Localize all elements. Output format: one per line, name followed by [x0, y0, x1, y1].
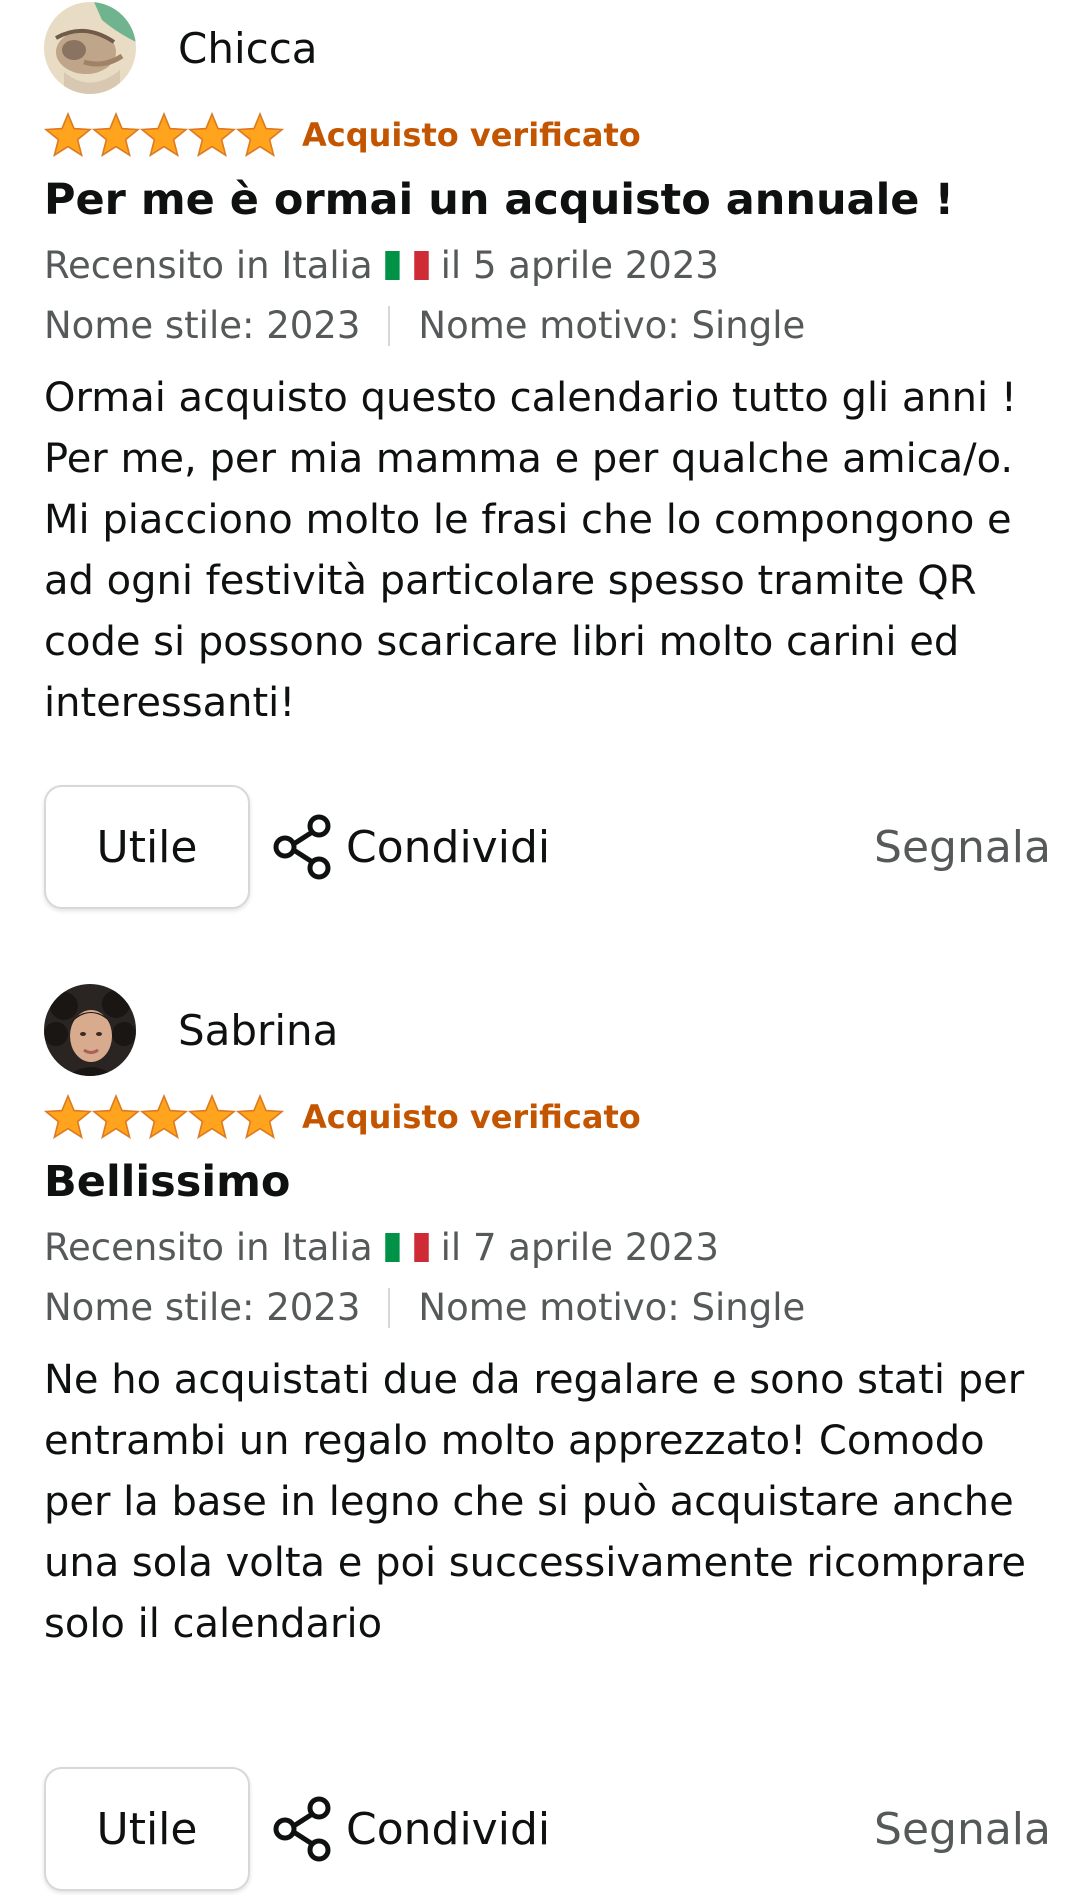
star-rating[interactable]	[44, 112, 284, 158]
review-date: il 5 aprile 2023	[440, 244, 719, 287]
share-icon	[273, 1796, 331, 1862]
meta-divider	[388, 305, 391, 346]
report-link[interactable]: Segnala	[874, 785, 1051, 909]
review-date: il 7 aprile 2023	[440, 1226, 719, 1269]
reviewed-in-label: Recensito in Italia	[44, 1226, 373, 1269]
pattern-name: Nome motivo: Single	[418, 304, 806, 347]
style-name: Nome stile: 2023	[44, 1286, 361, 1329]
helpful-button[interactable]: Utile	[44, 1767, 250, 1891]
pattern-name: Nome motivo: Single	[418, 1286, 806, 1329]
star-icon	[140, 1094, 188, 1139]
verified-purchase-badge[interactable]: Acquisto verificato	[302, 116, 641, 154]
variant-line: Nome stile: 2023 Nome motivo: Single	[44, 1286, 805, 1329]
author-name[interactable]: Chicca	[178, 24, 318, 73]
avatar-image	[44, 984, 136, 1076]
report-link[interactable]: Segnala	[874, 1767, 1051, 1891]
review-date-line: Recensito in Italia il 5 aprile 2023	[44, 244, 719, 287]
star-icon	[188, 1094, 236, 1139]
avatar-image	[44, 2, 136, 94]
star-icon	[188, 112, 236, 157]
rating-row: Acquisto verificato	[44, 112, 641, 158]
review-body: Ormai acquisto questo calendario tutto g…	[44, 375, 1017, 726]
review-author[interactable]: Sabrina	[44, 984, 338, 1076]
star-icon	[92, 112, 140, 157]
verified-purchase-badge[interactable]: Acquisto verificato	[302, 1098, 641, 1136]
review-date-line: Recensito in Italia il 7 aprile 2023	[44, 1226, 719, 1269]
share-label: Condividi	[346, 821, 551, 873]
share-button[interactable]: Condividi	[272, 1767, 550, 1891]
italy-flag-icon	[384, 251, 429, 280]
share-label: Condividi	[346, 1803, 551, 1855]
review-actions: Utile Condividi Segnala	[44, 1767, 1051, 1895]
review-title[interactable]: Per me è ormai un acquisto annuale !	[44, 175, 954, 225]
variant-line: Nome stile: 2023 Nome motivo: Single	[44, 304, 805, 347]
review-body: Ne ho acquistati due da regalare e sono …	[44, 1357, 1026, 1647]
italy-flag-icon	[384, 1233, 429, 1262]
share-button[interactable]: Condividi	[272, 785, 550, 909]
star-icon	[236, 1094, 284, 1139]
review-title[interactable]: Bellissimo	[44, 1157, 290, 1207]
avatar[interactable]	[44, 2, 136, 94]
star-rating[interactable]	[44, 1094, 284, 1140]
star-icon	[92, 1094, 140, 1139]
helpful-button[interactable]: Utile	[44, 785, 250, 909]
review-author[interactable]: Chicca	[44, 2, 318, 94]
review-actions: Utile Condividi Segnala	[44, 785, 1051, 913]
share-icon	[273, 814, 331, 880]
rating-row: Acquisto verificato	[44, 1094, 641, 1140]
star-icon	[236, 112, 284, 157]
avatar[interactable]	[44, 984, 136, 1076]
star-icon	[44, 1094, 92, 1139]
star-icon	[44, 112, 92, 157]
author-name[interactable]: Sabrina	[178, 1006, 338, 1055]
style-name: Nome stile: 2023	[44, 304, 361, 347]
meta-divider	[388, 1287, 391, 1328]
reviewed-in-label: Recensito in Italia	[44, 244, 373, 287]
star-icon	[140, 112, 188, 157]
